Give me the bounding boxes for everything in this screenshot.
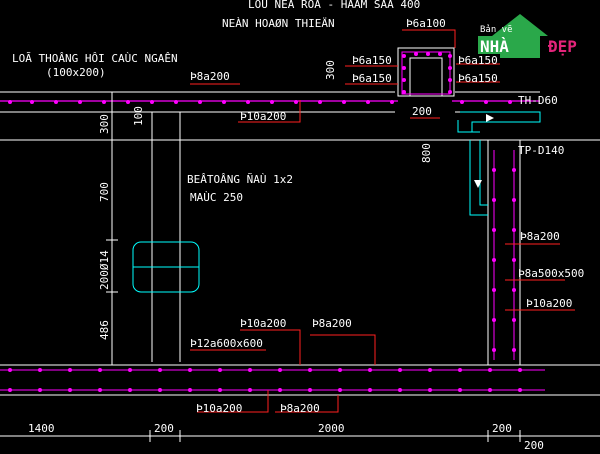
label-vent-size: (100x200)	[46, 66, 106, 79]
dim-800: 800	[420, 143, 433, 163]
label-vent: LOÃ THOÂNG HÔI CAÙC NGAÊN	[12, 52, 178, 65]
logo-line3: ĐẸP	[548, 37, 577, 56]
rebar-slab-2: Þ10a200	[240, 110, 286, 123]
label-top-cut: LÔÙ NEÀ ROÄ - HAÀM SAÂ 400	[248, 0, 420, 11]
rebar-top-3: Þ6a150	[352, 72, 392, 85]
pipe-fitting	[132, 241, 200, 293]
bottom-slab-dots	[8, 368, 522, 392]
site-logo: Bản vẽ NHÀ ĐẸP	[478, 14, 577, 58]
leader-lines	[190, 29, 575, 413]
label-tp: TP-D140	[518, 144, 564, 157]
rebar-wall-1: Þ8a200	[520, 230, 560, 243]
dim-2000: 2000	[318, 422, 345, 435]
right-wall-dots	[492, 168, 516, 352]
inlet-pipe-th	[457, 111, 541, 133]
vent-pipe	[151, 112, 181, 362]
rebar-top-2: Þ6a150	[352, 54, 392, 67]
right-wall-rebar	[493, 150, 515, 360]
rebar-wall-2: Þ8a500x500	[518, 267, 584, 280]
cad-drawing-canvas: LÔÙ NEÀ ROÄ - HAÀM SAÂ 400 NEÀN HOAØN TH…	[0, 0, 600, 452]
dim-200-b2: 200	[492, 422, 512, 435]
dim-700: 700	[98, 182, 111, 202]
rebar-wall-3: Þ10a200	[526, 297, 572, 310]
dim-200-top: 200	[412, 105, 432, 118]
logo-line2: NHÀ	[480, 37, 509, 56]
dim-486: 486	[98, 320, 111, 340]
dim-200-d14: 200Ø14	[98, 250, 111, 290]
bottom-slab-rebar	[0, 369, 545, 391]
manhole-neck	[397, 47, 455, 97]
rebar-bot-3: Þ12a600x600	[190, 337, 263, 350]
label-neo: NEÀN HOAØN THIEÄN	[222, 17, 335, 30]
dim-300-left: 300	[98, 114, 111, 134]
rebar-top-1: Þ6a100	[406, 17, 446, 30]
dim-300-top: 300	[324, 60, 337, 80]
section-drawing: LÔÙ NEÀ ROÄ - HAÀM SAÂ 400 NEÀN HOAØN TH…	[0, 0, 600, 452]
logo-line1: Bản vẽ	[480, 24, 513, 35]
rebar-bot-5: Þ8a200	[280, 402, 320, 415]
rebar-top-5: Þ6a150	[458, 72, 498, 85]
flow-arrows	[474, 114, 494, 188]
rebar-slab-1: Þ8a200	[190, 70, 230, 83]
rebar-bot-4: Þ10a200	[196, 402, 242, 415]
inlet-pipe-tp	[469, 140, 488, 216]
right-wall	[487, 140, 521, 365]
rebar-bot-1: Þ10a200	[240, 317, 286, 330]
dim-100: 100	[132, 106, 145, 126]
dim-200-b1: 200	[154, 422, 174, 435]
dim-200-b3: 200	[524, 439, 544, 450]
label-th: TH-D60	[518, 94, 558, 107]
rebar-bot-2: Þ8a200	[312, 317, 352, 330]
label-grade: MAÙC 250	[190, 191, 243, 204]
label-concrete: BEÂTOÂNG ÑAÙ 1x2	[187, 173, 293, 186]
dim-1400: 1400	[28, 422, 55, 435]
